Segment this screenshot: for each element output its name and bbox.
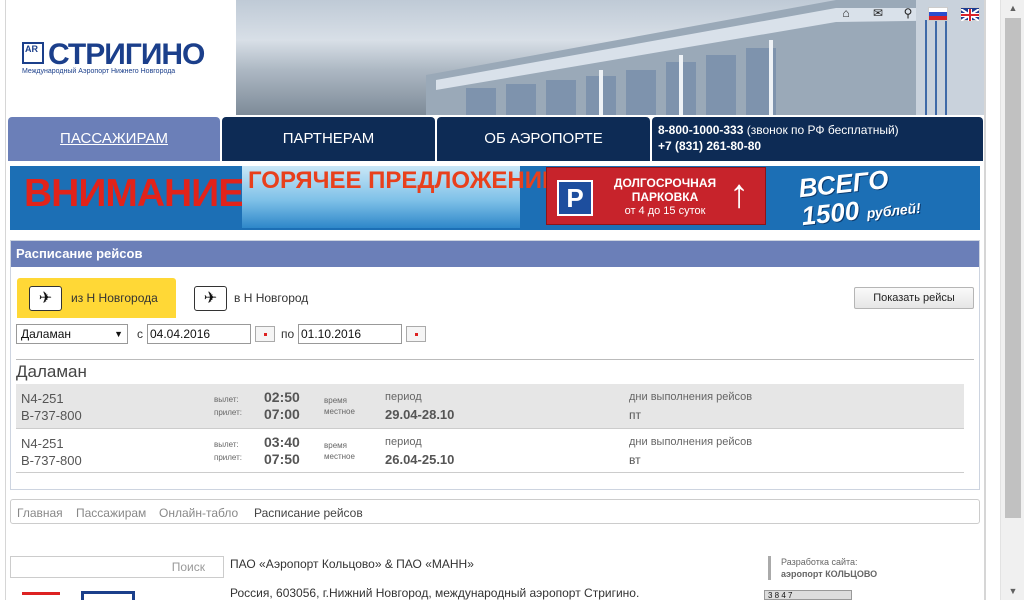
phone-line-1: 8-800-1000-333 (звонок по РФ бесплатный): [658, 122, 977, 138]
scrollbar-thumb[interactable]: [1005, 18, 1021, 518]
time-label-bottom: местное: [324, 407, 355, 416]
departure-label: вылет:: [214, 395, 239, 404]
plane-arrival-icon: ✈: [194, 286, 227, 311]
visit-counter[interactable]: 3 8 4 7: [764, 590, 852, 600]
parking-subtitle: от 4 до 15 суток: [624, 205, 706, 217]
calendar-to-icon[interactable]: [406, 326, 426, 342]
partner-logo[interactable]: [81, 591, 135, 600]
parking-text: ДОЛГОСРОЧНАЯ ПАРКОВКА от 4 до 15 суток: [605, 176, 725, 218]
developer-credit[interactable]: Разработка сайта: аэропорт КОЛЬЦОВО: [768, 556, 877, 580]
days-value: пт: [629, 408, 641, 422]
flag-ru-icon[interactable]: [928, 7, 948, 21]
flight-code: N4-251: [21, 391, 64, 406]
chevron-down-icon: ▼: [114, 329, 123, 339]
phone-line-2: +7 (831) 261-80-80: [658, 138, 977, 154]
promo-banner[interactable]: ВНИМАНИЕ! ГОРЯЧЕЕ ПРЕДЛОЖЕНИЕ P ДОЛГОСРО…: [10, 166, 980, 230]
destination-select[interactable]: Даламан ▼: [16, 324, 128, 344]
breadcrumb-online-board[interactable]: Онлайн-табло: [159, 506, 238, 520]
date-from-input[interactable]: 04.04.2016: [147, 324, 251, 344]
tab-arrivals-label: в Н Новгород: [234, 291, 309, 305]
footer-address: Россия, 603056, г.Нижний Новгород, между…: [230, 586, 640, 600]
departure-time: 02:50: [264, 389, 300, 405]
destination-heading: Даламан: [16, 362, 87, 381]
breadcrumb: Главная Пассажирам Онлайн-табло Расписан…: [10, 499, 980, 524]
period-label: период: [385, 436, 422, 448]
parking-p-icon: P: [557, 180, 593, 216]
parking-title: ДОЛГОСРОЧНАЯ ПАРКОВКА: [613, 176, 717, 204]
sitemap-icon[interactable]: ⚲: [900, 6, 916, 20]
schedule-panel: Расписание рейсов ✈ из Н Новгорода ✈ в Н…: [10, 240, 980, 490]
page-right-border: [984, 0, 986, 600]
arrival-label: прилет:: [214, 408, 242, 417]
search-input[interactable]: Поиск: [10, 556, 224, 578]
home-icon[interactable]: ⌂: [838, 6, 854, 20]
developer-name: аэропорт КОЛЬЦОВО: [781, 569, 878, 579]
partner-logo[interactable]: [22, 592, 60, 600]
header: AR СТРИГИНО Международный Аэропорт Нижне…: [6, 0, 984, 115]
departure-time: 03:40: [264, 434, 300, 450]
banner-price: ВСЕГО 1500 рублей!: [797, 166, 922, 230]
banner-price-unit: рублей!: [865, 199, 922, 222]
tab-departures[interactable]: ✈ из Н Новгорода: [17, 278, 176, 318]
period-label: период: [385, 391, 422, 403]
flag-uk-cross: [960, 8, 980, 22]
departure-label: вылет:: [214, 440, 239, 449]
phone-free-note: (звонок по РФ бесплатный): [746, 123, 899, 137]
banner-hot-offer-text: ГОРЯЧЕЕ ПРЕДЛОЖЕНИЕ: [248, 167, 559, 194]
calendar-from-icon[interactable]: [255, 326, 275, 342]
mail-icon[interactable]: ✉: [870, 6, 886, 20]
banner-hot-offer: ГОРЯЧЕЕ ПРЕДЛОЖЕНИЕ: [242, 166, 558, 228]
logo-ar-mark: AR: [22, 42, 44, 64]
divider: [16, 472, 964, 473]
arrival-time: 07:50: [264, 451, 300, 467]
phone-local-number: +7 (831) 261-80-80: [658, 139, 762, 153]
phone-free-number: 8-800-1000-333: [658, 123, 744, 137]
date-to-label: по: [281, 327, 295, 341]
arrival-time: 07:00: [264, 406, 300, 422]
time-label-top: время: [324, 441, 347, 450]
logo-subtitle: Международный Аэропорт Нижнего Новгорода: [22, 68, 176, 75]
days-label: дни выполнения рейсов: [629, 436, 753, 448]
banner-parking: P ДОЛГОСРОЧНАЯ ПАРКОВКА от 4 до 15 суток…: [546, 167, 766, 225]
flag-uk-icon[interactable]: [960, 7, 980, 22]
breadcrumb-current: Расписание рейсов: [254, 506, 363, 520]
flight-row[interactable]: N4-251 B-737-800 вылет: прилет: 02:50 07…: [16, 384, 964, 428]
footer-company: ПАО «Аэропорт Кольцово» & ПАО «МАНН»: [230, 557, 474, 571]
page: AR СТРИГИНО Международный Аэропорт Нижне…: [0, 0, 1000, 600]
contact-phones: 8-800-1000-333 (звонок по РФ бесплатный)…: [652, 117, 983, 161]
banner-price-value: 1500: [800, 195, 861, 230]
breadcrumb-passengers[interactable]: Пассажирам: [76, 506, 146, 520]
show-flights-button[interactable]: Показать рейсы: [854, 287, 974, 309]
tab-arrivals[interactable]: ✈ в Н Новгород: [182, 278, 332, 318]
flight-code: N4-251: [21, 436, 64, 451]
time-label-bottom: местное: [324, 452, 355, 461]
schedule-title: Расписание рейсов: [11, 241, 979, 267]
date-from-label: с: [137, 327, 143, 341]
days-label: дни выполнения рейсов: [629, 391, 753, 403]
nav-tab-passengers[interactable]: ПАССАЖИРАМ: [8, 117, 220, 161]
period-value: 29.04-28.10: [385, 407, 455, 422]
divider: [16, 359, 974, 360]
flight-aircraft: B-737-800: [21, 453, 82, 468]
scroll-up-icon[interactable]: ▲: [1001, 0, 1024, 17]
period-value: 26.04-25.10: [385, 452, 455, 467]
banner-attention-text: ВНИМАНИЕ!: [24, 172, 256, 215]
scrollbar[interactable]: ▲ ▼: [1000, 0, 1024, 600]
logo-name: СТРИГИНО: [48, 38, 205, 71]
plane-departure-icon: ✈: [29, 286, 62, 311]
arrow-up-icon: ↑: [729, 172, 749, 216]
nav-tab-partners[interactable]: ПАРТНЕРАМ: [222, 117, 435, 161]
flight-aircraft: B-737-800: [21, 408, 82, 423]
time-label-top: время: [324, 396, 347, 405]
breadcrumb-home[interactable]: Главная: [17, 506, 63, 520]
developer-label: Разработка сайта:: [781, 557, 858, 567]
flight-row[interactable]: N4-251 B-737-800 вылет: прилет: 03:40 07…: [16, 429, 964, 473]
arrival-label: прилет:: [214, 453, 242, 462]
tab-departures-label: из Н Новгорода: [71, 291, 158, 305]
days-value: вт: [629, 453, 641, 467]
destination-select-value: Даламан: [21, 327, 72, 341]
scroll-down-icon[interactable]: ▼: [1001, 583, 1024, 600]
nav-tab-about[interactable]: ОБ АЭРОПОРТЕ: [437, 117, 650, 161]
date-to-input[interactable]: 01.10.2016: [298, 324, 402, 344]
